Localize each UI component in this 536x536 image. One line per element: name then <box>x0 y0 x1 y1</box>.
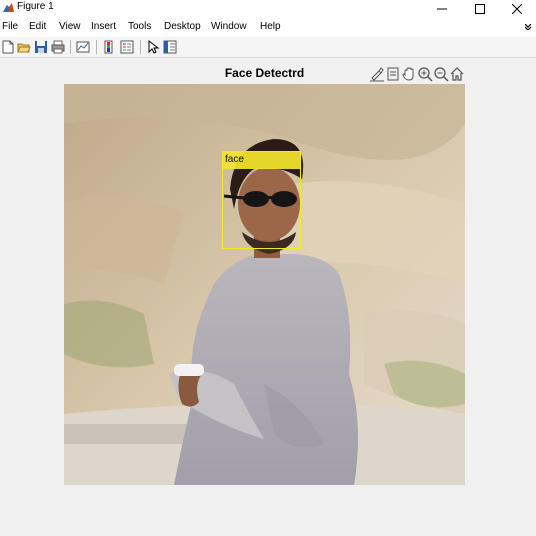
toolbar-separator <box>70 40 71 54</box>
menu-file[interactable]: File <box>2 21 18 32</box>
matlab-logo-icon <box>3 3 14 12</box>
maximize-button[interactable] <box>463 0 497 17</box>
menu-edit[interactable]: Edit <box>29 21 46 32</box>
toolbar-separator <box>140 40 141 54</box>
menu-view[interactable]: View <box>59 21 81 32</box>
minimize-icon <box>437 8 447 9</box>
pan-icon[interactable] <box>401 66 417 82</box>
window-titlebar: Figure 1 <box>0 0 536 17</box>
close-icon <box>512 3 522 14</box>
menu-window[interactable]: Window <box>211 21 247 32</box>
zoom-out-icon[interactable] <box>433 66 449 82</box>
open-file-icon[interactable] <box>17 40 31 54</box>
new-figure-icon[interactable] <box>1 40 15 54</box>
detection-image <box>64 84 465 485</box>
figure-toolbar <box>0 37 536 58</box>
window-title: Figure 1 <box>17 1 54 12</box>
property-inspector-icon[interactable] <box>163 40 177 54</box>
home-icon[interactable] <box>449 66 465 82</box>
link-plot-icon[interactable] <box>76 40 90 54</box>
axes-toolbar <box>369 66 465 82</box>
brush-icon[interactable] <box>369 66 385 82</box>
toolbar-separator <box>96 40 97 54</box>
maximize-icon <box>475 3 485 14</box>
face-label: face <box>222 151 301 169</box>
save-icon[interactable] <box>34 40 48 54</box>
print-icon[interactable] <box>51 40 65 54</box>
menu-insert[interactable]: Insert <box>91 21 116 32</box>
insert-legend-icon[interactable] <box>120 40 134 54</box>
menu-tools[interactable]: Tools <box>128 21 151 32</box>
menu-desktop[interactable]: Desktop <box>164 21 201 32</box>
close-button[interactable] <box>500 0 534 17</box>
minimize-button[interactable] <box>425 0 459 17</box>
data-tips-icon[interactable] <box>385 66 401 82</box>
pointer-icon[interactable] <box>146 40 160 54</box>
menu-bar: File Edit View Insert Tools Desktop Wind… <box>0 17 536 38</box>
chevron-icon[interactable] <box>525 24 532 30</box>
insert-colorbar-icon[interactable] <box>102 40 116 54</box>
menu-help[interactable]: Help <box>260 21 281 32</box>
zoom-in-icon[interactable] <box>417 66 433 82</box>
